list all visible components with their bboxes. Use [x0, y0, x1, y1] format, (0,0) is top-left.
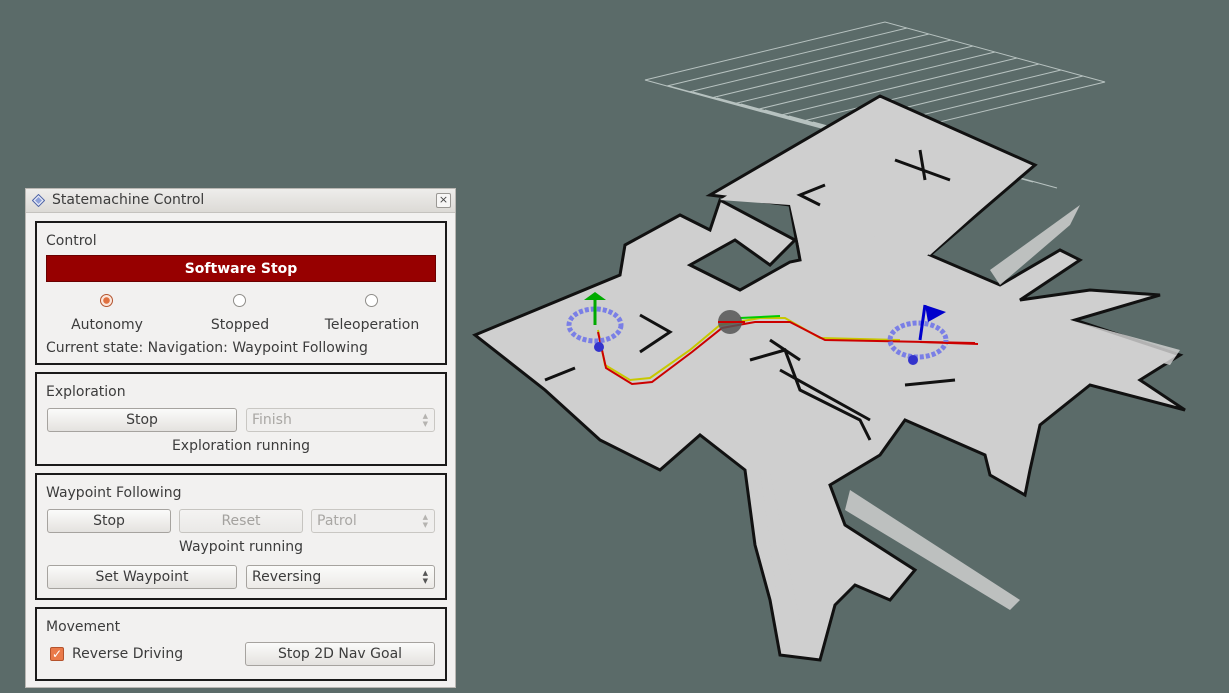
waypoint-group-title: Waypoint Following	[46, 485, 182, 501]
spin-arrows-icon: ▲ ▼	[422, 513, 428, 529]
exploration-status: Exploration running	[171, 438, 311, 454]
exploration-group: Exploration Stop Finish ▲ ▼ Exploration r…	[35, 372, 447, 466]
waypoint-stop-button[interactable]: Stop	[47, 509, 171, 533]
control-group-title: Control	[46, 233, 97, 249]
movement-group: Movement ✓ Reverse Driving Stop 2D Nav G…	[35, 607, 447, 681]
exploration-finish-value: Finish	[252, 412, 292, 428]
panel-title: Statemachine Control	[52, 192, 205, 208]
waypoint-mode-select[interactable]: Reversing ▲ ▼	[246, 565, 435, 589]
waypoint-reset-button[interactable]: Reset	[179, 509, 303, 533]
stopped-radio[interactable]	[233, 294, 246, 307]
rviz-diamond-icon	[32, 194, 45, 207]
teleoperation-radio[interactable]	[365, 294, 378, 307]
movement-group-title: Movement	[46, 619, 121, 635]
autonomy-radio[interactable]	[100, 294, 113, 307]
control-group: Control Software Stop Autonomy Stopped T…	[35, 221, 447, 365]
occupancy-map	[472, 94, 1186, 662]
software-stop-button[interactable]: Software Stop	[46, 255, 436, 282]
patrol-select-value: Patrol	[317, 513, 357, 529]
set-waypoint-button[interactable]: Set Waypoint	[47, 565, 237, 589]
patrol-select[interactable]: Patrol ▲ ▼	[311, 509, 435, 533]
exploration-group-title: Exploration	[46, 384, 126, 400]
autonomy-label: Autonomy	[71, 317, 143, 333]
exploration-finish-select[interactable]: Finish ▲ ▼	[246, 408, 435, 432]
current-state-text: Current state: Navigation: Waypoint Foll…	[46, 340, 368, 356]
stopped-label: Stopped	[210, 317, 270, 333]
statemachine-control-panel: Statemachine Control × Control Software …	[25, 188, 456, 688]
exploration-stop-button[interactable]: Stop	[47, 408, 237, 432]
spin-arrows-icon: ▲ ▼	[422, 569, 428, 585]
stop-2d-nav-goal-button[interactable]: Stop 2D Nav Goal	[245, 642, 435, 666]
spin-arrows-icon: ▲ ▼	[422, 412, 428, 428]
waypoint-status: Waypoint running	[179, 539, 303, 555]
panel-titlebar[interactable]: Statemachine Control ×	[26, 189, 455, 213]
waypoint-group: Waypoint Following Stop Reset Patrol ▲ ▼ …	[35, 473, 447, 600]
waypoint-mode-value: Reversing	[252, 569, 322, 585]
reverse-driving-checkbox[interactable]: ✓	[50, 647, 64, 661]
close-icon[interactable]: ×	[436, 193, 451, 208]
teleoperation-label: Teleoperation	[324, 317, 420, 333]
reverse-driving-label: Reverse Driving	[72, 646, 184, 662]
